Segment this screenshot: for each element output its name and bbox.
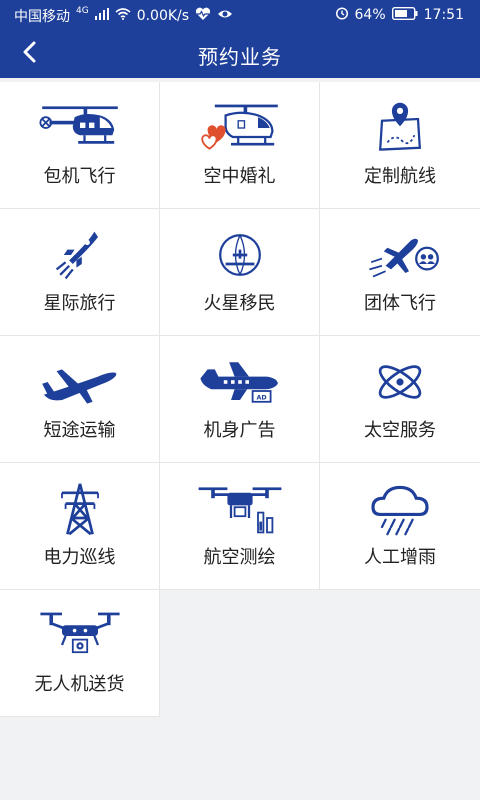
- service-space-services[interactable]: 太空服务: [320, 336, 480, 463]
- service-custom-route[interactable]: 定制航线: [320, 82, 480, 209]
- service-label: 团体飞行: [364, 293, 436, 314]
- network-speed: 0.00K/s: [136, 8, 190, 24]
- service-label: 火星移民: [203, 293, 276, 314]
- heart-rate-icon: [195, 7, 211, 25]
- service-label: 无人机送货: [34, 674, 125, 695]
- atom-icon: [320, 354, 480, 410]
- wedding-helicopter-icon: [160, 100, 319, 156]
- airplane-ad-icon: AD: [160, 354, 319, 410]
- battery-percent: 64%: [354, 7, 386, 23]
- page-title: 预约业务: [198, 45, 282, 69]
- svg-text:AD: AD: [256, 395, 266, 402]
- carrier-label: 中国移动: [14, 9, 70, 25]
- service-short-transport[interactable]: 短途运输: [0, 336, 160, 463]
- battery-icon: [391, 6, 418, 24]
- service-grid: 包机飞行 空中婚礼 定制航线 星际旅行 火星移民 团体飞行 短途运输 AD 机身…: [0, 82, 480, 717]
- drone-survey-icon: [160, 481, 319, 537]
- rain-cloud-icon: [320, 481, 480, 537]
- service-aerial-survey[interactable]: 航空测绘: [160, 463, 320, 590]
- service-label: 星际旅行: [43, 293, 116, 314]
- service-label: 人工增雨: [364, 547, 436, 568]
- service-sky-wedding[interactable]: 空中婚礼: [160, 82, 320, 209]
- clock-time: 17:51: [423, 7, 464, 23]
- plane-group-icon: [320, 227, 480, 283]
- app-bar: 预约业务: [0, 30, 480, 78]
- service-fuselage-ads[interactable]: AD 机身广告: [160, 336, 320, 463]
- wifi-icon: [115, 8, 131, 24]
- service-drone-delivery[interactable]: 无人机送货: [0, 590, 160, 717]
- drone-delivery-icon: [0, 608, 159, 664]
- service-power-line-patrol[interactable]: 电力巡线: [0, 463, 160, 590]
- eye-icon: [217, 8, 233, 24]
- service-label: 空中婚礼: [203, 166, 276, 187]
- service-artificial-rain[interactable]: 人工增雨: [320, 463, 480, 590]
- helicopter-icon: [0, 100, 159, 156]
- service-label: 包机飞行: [43, 166, 116, 187]
- service-label: 机身广告: [203, 420, 276, 441]
- service-label: 电力巡线: [43, 547, 116, 568]
- power-tower-icon: [0, 481, 159, 537]
- service-group-flight[interactable]: 团体飞行: [320, 209, 480, 336]
- service-charter-flight[interactable]: 包机飞行: [0, 82, 160, 209]
- service-label: 短途运输: [43, 420, 116, 441]
- alarm-icon: [335, 6, 349, 24]
- service-mars-migration[interactable]: 火星移民: [160, 209, 320, 336]
- planet-plane-icon: [160, 227, 319, 283]
- airplane-icon: [0, 354, 159, 410]
- service-label: 太空服务: [364, 420, 436, 441]
- status-bar: 中国移动 4G 0.00K/s 64% 17:51: [0, 0, 480, 30]
- signal-icon: [94, 8, 109, 24]
- service-label: 定制航线: [364, 166, 436, 187]
- network-type: 4G: [76, 6, 89, 16]
- rocket-icon: [0, 227, 159, 283]
- map-pin-route-icon: [320, 100, 480, 156]
- service-space-travel[interactable]: 星际旅行: [0, 209, 160, 336]
- service-label: 航空测绘: [203, 547, 276, 568]
